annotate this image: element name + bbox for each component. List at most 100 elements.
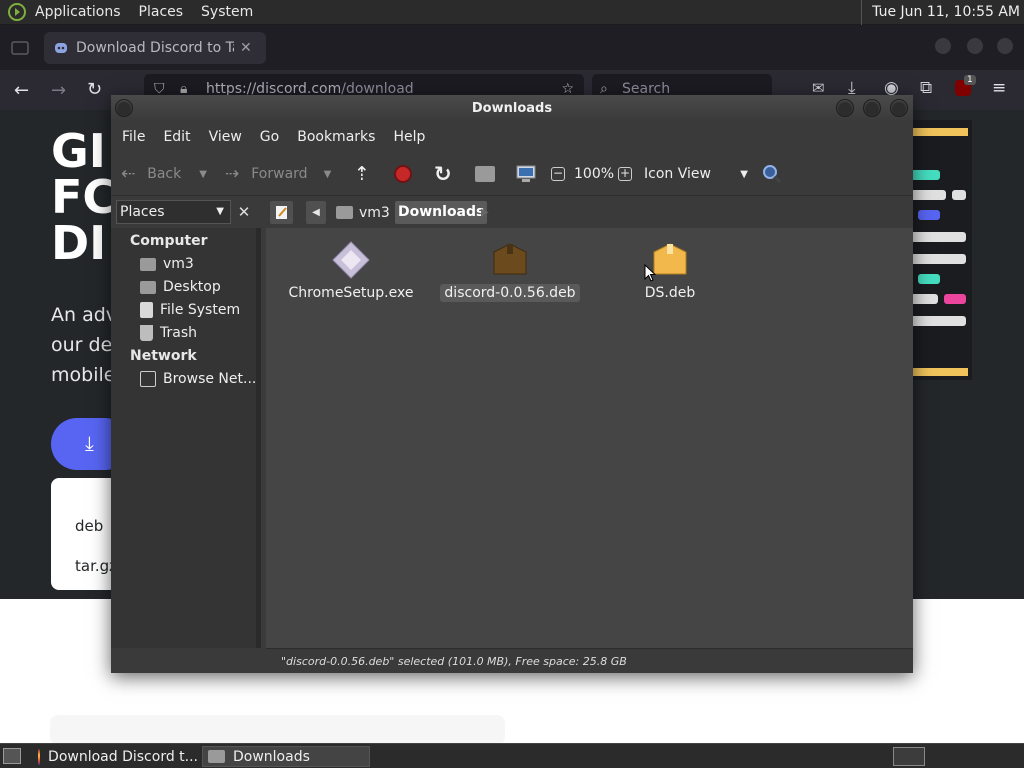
back-arrow-icon[interactable]: ← xyxy=(14,80,29,101)
back-dropdown-icon[interactable]: ▼ xyxy=(199,169,207,180)
menu-file[interactable]: File xyxy=(113,129,154,145)
file-manager-window: Downloads File Edit View Go Bookmarks He… xyxy=(111,95,913,673)
path-forward-icon[interactable]: ▶ xyxy=(481,201,489,224)
path-button-downloads[interactable]: Downloads xyxy=(395,201,488,224)
sidebar-pane-value: Places xyxy=(120,204,165,220)
browser-tab-title: Download Discord to Talk xyxy=(76,40,234,56)
hero-title: GI FC DI xyxy=(51,128,116,266)
discord-favicon-icon xyxy=(54,41,68,55)
download-icon: ⤓ xyxy=(85,431,94,455)
file-view: ChromeSetup.exe discord-0.0.56.deb DS.de… xyxy=(266,228,913,648)
extensions-icon[interactable]: ⧉ xyxy=(920,78,932,98)
close-button[interactable] xyxy=(890,99,908,117)
sidebar-item-label: File System xyxy=(160,302,241,318)
browser-maximize-button[interactable] xyxy=(967,38,983,54)
up-button[interactable]: ⇡ xyxy=(354,152,370,196)
path-button-vm3[interactable]: vm3 xyxy=(331,201,395,224)
forward-button[interactable]: ⇢ Forward ▼ xyxy=(225,152,331,196)
places-sidebar: Computer vm3 Desktop File System Trash N… xyxy=(111,228,261,648)
stop-button[interactable] xyxy=(394,152,412,196)
mouse-cursor-icon xyxy=(644,264,656,282)
view-mode-value: Icon View xyxy=(644,166,711,182)
forward-label: Forward xyxy=(251,166,308,182)
hamburger-menu-icon[interactable]: ≡ xyxy=(992,78,1006,98)
file-item[interactable]: ChromeSetup.exe xyxy=(276,240,426,302)
panel-clock[interactable]: Tue Jun 11, 10:55 AM xyxy=(861,0,1020,25)
window-titlebar[interactable]: Downloads xyxy=(111,95,913,122)
location-bar: Places ▼ ✕ ◀ vm3 Downloads ▶ xyxy=(111,197,913,228)
browser-tab[interactable]: Download Discord to Talk ✕ xyxy=(44,32,266,64)
up-arrow-icon: ⇡ xyxy=(354,163,370,185)
back-button[interactable]: ⇠ Back ▼ xyxy=(121,152,207,196)
sidebar-item-vm3[interactable]: vm3 xyxy=(140,254,194,274)
sidebar-item-label: vm3 xyxy=(163,256,194,272)
menu-help[interactable]: Help xyxy=(384,129,434,145)
reload-icon: ↻ xyxy=(434,162,452,186)
computer-icon xyxy=(515,165,537,183)
file-name: DS.deb xyxy=(644,285,696,301)
back-arrow-icon: ⇠ xyxy=(121,164,136,184)
menu-view[interactable]: View xyxy=(200,129,251,145)
sidebar-item-trash[interactable]: Trash xyxy=(140,323,197,343)
zoom-out-button[interactable]: − xyxy=(551,152,565,196)
zoom-out-icon: − xyxy=(551,166,565,181)
path-back-button[interactable]: ◀ xyxy=(306,201,326,224)
menu-edit[interactable]: Edit xyxy=(154,129,199,145)
show-desktop-icon[interactable] xyxy=(3,748,21,764)
maximize-button[interactable] xyxy=(863,99,881,117)
taskbar-item-browser[interactable]: Download Discord t... xyxy=(33,746,198,767)
computer-button[interactable] xyxy=(515,152,537,196)
package-icon xyxy=(493,243,527,275)
sidebar-item-file-system[interactable]: File System xyxy=(140,300,240,320)
sidebar-item-label: Browse Net... xyxy=(163,371,257,387)
file-item-selected[interactable]: discord-0.0.56.deb xyxy=(435,240,585,302)
menu-bar: File Edit View Go Bookmarks Help xyxy=(111,122,913,152)
minimize-button[interactable] xyxy=(836,99,854,117)
location-edit-button[interactable] xyxy=(270,201,293,224)
hero-title-line: GI xyxy=(51,124,106,178)
sidebar-pane-select[interactable]: Places ▼ xyxy=(116,200,231,224)
menu-bookmarks[interactable]: Bookmarks xyxy=(288,129,384,145)
back-label: Back xyxy=(147,166,182,182)
web-illustration xyxy=(910,120,972,380)
taskbar: Download Discord t... Downloads xyxy=(0,743,1024,768)
search-button[interactable] xyxy=(762,152,782,196)
sidebar-item-browse-network[interactable]: Browse Net... xyxy=(140,369,256,389)
reload-button[interactable]: ↻ xyxy=(434,152,452,196)
view-mode-select[interactable]: Icon View ▼ xyxy=(644,152,748,196)
places-menu[interactable]: Places xyxy=(130,4,193,20)
hero-title-line: FC xyxy=(51,170,117,224)
sidebar-heading-network: Network xyxy=(130,348,197,364)
close-tab-icon[interactable]: ✕ xyxy=(240,40,252,56)
browser-window-controls xyxy=(935,36,1015,56)
toolbar: ⇠ Back ▼ ⇢ Forward ▼ ⇡ ↻ − 100% + Icon V… xyxy=(111,152,913,196)
window-title: Downloads xyxy=(471,101,553,116)
browser-close-button[interactable] xyxy=(997,38,1013,54)
forward-arrow-icon[interactable]: → xyxy=(51,80,66,101)
path-label: vm3 xyxy=(359,204,390,221)
chevron-down-icon: ▼ xyxy=(740,168,748,180)
forward-dropdown-icon[interactable]: ▼ xyxy=(324,169,332,180)
trash-icon xyxy=(140,325,153,341)
home-button[interactable] xyxy=(475,152,495,196)
home-folder-icon xyxy=(336,206,353,219)
close-sidebar-button[interactable]: ✕ xyxy=(232,200,256,224)
search-icon xyxy=(762,164,782,184)
workspace-switcher-icon[interactable] xyxy=(893,747,925,766)
tab-list-icon[interactable] xyxy=(10,38,30,58)
taskbar-item-downloads[interactable]: Downloads xyxy=(202,746,370,767)
file-item[interactable]: DS.deb xyxy=(595,240,745,302)
browser-minimize-button[interactable] xyxy=(935,38,951,54)
window-menu-button[interactable] xyxy=(115,99,133,117)
web-page-card xyxy=(50,715,505,745)
edit-icon xyxy=(276,206,287,219)
distro-logo-icon[interactable] xyxy=(8,3,26,21)
zoom-in-button[interactable]: + xyxy=(618,152,632,196)
stop-icon xyxy=(394,165,412,183)
system-menu[interactable]: System xyxy=(192,4,262,20)
reload-icon[interactable]: ↻ xyxy=(87,79,102,100)
menu-go[interactable]: Go xyxy=(251,129,288,145)
status-bar: "discord-0.0.56.deb" selected (101.0 MB)… xyxy=(266,648,913,673)
sidebar-item-desktop[interactable]: Desktop xyxy=(140,277,221,297)
applications-menu[interactable]: Applications xyxy=(26,4,130,20)
